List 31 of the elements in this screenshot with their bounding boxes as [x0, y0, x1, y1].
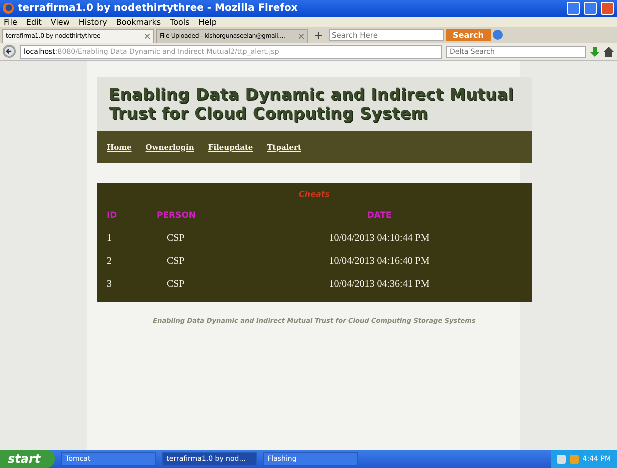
page-heading: Enabling Data Dynamic and Indirect Mutual Trust for Cloud Computing System [109, 85, 516, 123]
menu-item[interactable]: File [4, 18, 18, 26]
column-header: DATE [366, 210, 393, 220]
back-icon[interactable] [3, 45, 16, 58]
menu-item[interactable]: Edit [26, 18, 42, 26]
close-button[interactable] [601, 2, 614, 15]
table-caption: Cheats [298, 189, 331, 201]
table-cell-text: 10/04/2013 04:16:40 PM [328, 256, 431, 267]
menu-item[interactable]: View [50, 18, 70, 26]
table-cell-text: CSP [166, 279, 186, 290]
table-cell-text: CSP [166, 256, 186, 267]
table-cell-text: 1 [107, 233, 113, 244]
close-tab-icon[interactable] [145, 34, 150, 39]
table-cell-text: 3 [107, 279, 113, 290]
table-cell-text: 2 [107, 256, 113, 267]
download-icon[interactable] [590, 46, 600, 56]
menu-item[interactable]: Bookmarks [116, 18, 162, 26]
start-button[interactable]: start [0, 450, 55, 468]
new-tab-icon[interactable] [315, 32, 322, 38]
table-cell-text: 10/04/2013 04:36:41 PM [328, 279, 431, 290]
menu-item[interactable]: Help [198, 18, 218, 26]
firefox-icon [3, 3, 14, 14]
close-tab-icon[interactable] [299, 34, 304, 39]
home-icon[interactable] [604, 46, 614, 56]
window-title: terrafirma1.0 by nodethirtythree - Mozilla Firefox [18, 3, 299, 14]
column-header: ID [107, 210, 118, 220]
table-cell-text: 10/04/2013 04:10:44 PM [328, 233, 431, 244]
menu-item[interactable]: History [78, 18, 108, 26]
menu-item[interactable]: Tools [170, 18, 190, 26]
column-header: PERSON [157, 210, 198, 220]
table-cell-text: CSP [166, 233, 186, 244]
